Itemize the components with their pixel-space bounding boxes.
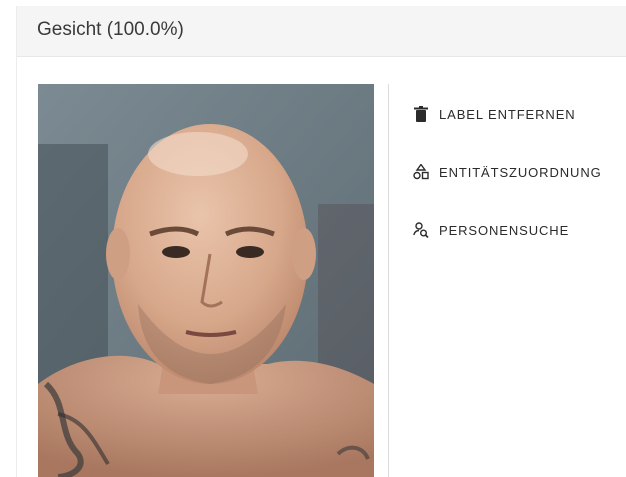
person-search-button[interactable]: PERSONENSUCHE — [411, 210, 626, 250]
face-image — [38, 84, 374, 477]
panel-header: Gesicht (100.0%) — [17, 6, 626, 57]
entity-mapping-text: ENTITÄTSZUORDNUNG — [439, 164, 602, 180]
person-search-text: PERSONENSUCHE — [439, 222, 570, 238]
entity-mapping-button[interactable]: ENTITÄTSZUORDNUNG — [411, 152, 626, 192]
vertical-divider — [388, 84, 389, 477]
person-search-icon — [411, 220, 431, 240]
trash-icon — [411, 104, 431, 124]
panel-title: Gesicht (100.0%) — [37, 19, 184, 40]
entity-mapping-icon — [411, 162, 431, 182]
action-list: LABEL ENTFERNEN ENTITÄTSZUORDNUNG PERSON… — [411, 94, 626, 268]
remove-label-button[interactable]: LABEL ENTFERNEN — [411, 94, 626, 134]
face-detail-panel: Gesicht (100.0%) LABEL ENTFERNEN ENTITÄT… — [16, 6, 626, 477]
remove-label-text: LABEL ENTFERNEN — [439, 106, 576, 122]
